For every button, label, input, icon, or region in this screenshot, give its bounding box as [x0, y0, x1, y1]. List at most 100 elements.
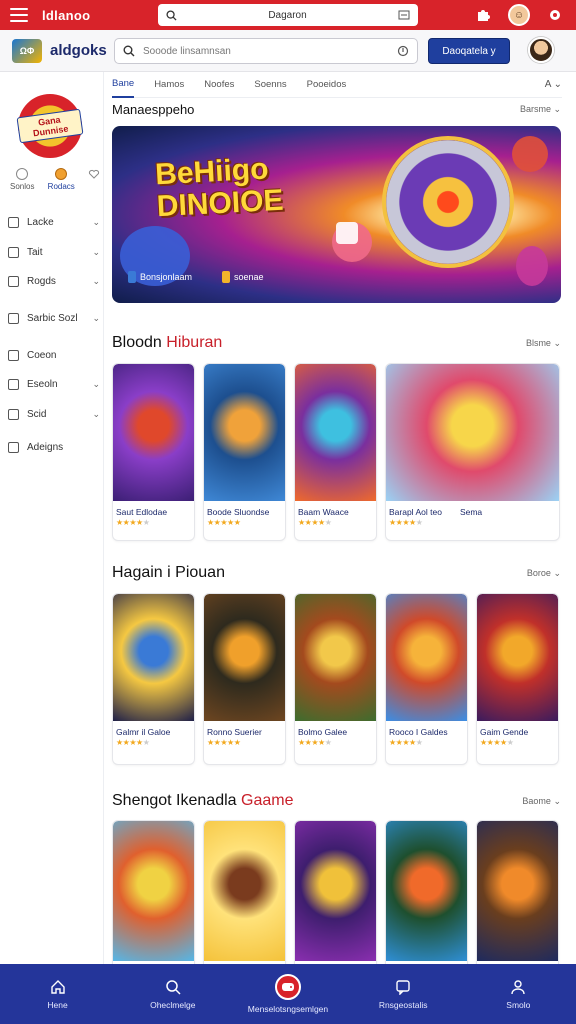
section-title-accent: Gaame [241, 792, 294, 809]
game-card[interactable]: Bolmo Galee ★★★★★ [294, 593, 377, 765]
sidebar-item-label: Rogds [27, 276, 56, 288]
star-rating: ★★★★★ [113, 517, 194, 527]
game-thumbnail [386, 821, 467, 961]
sidebar-item-coeon[interactable]: Coeon [8, 341, 100, 371]
game-thumbnail [113, 594, 194, 721]
tab-soenns[interactable]: Soenns [254, 72, 286, 98]
app-logo[interactable]: ΩΦ [12, 38, 42, 63]
sidebar-item-rogds[interactable]: Rogds ⌄ [8, 267, 100, 297]
sidebar-item-scid[interactable]: Scid ⌄ [8, 400, 100, 430]
tab-noofes[interactable]: Noofes [204, 72, 234, 98]
top-search[interactable]: Dagaron [158, 4, 418, 26]
game-name: Barapl Aol teo Sema [386, 501, 559, 517]
section-title-text: Shengot Ikenadla [112, 792, 237, 809]
star-icon: ★ [142, 738, 150, 747]
nav-label: Oheclmelge [150, 1000, 196, 1010]
tag-icon [222, 271, 230, 283]
category-icon [8, 349, 19, 361]
game-thumbnail [295, 364, 376, 501]
star-icon: ★ [220, 738, 228, 747]
game-card[interactable] [476, 820, 559, 970]
star-rating: ★★★★★ [295, 737, 376, 747]
featured-banner[interactable]: BeHiigo DINOIOE Bonsjonlaam soenae [112, 126, 561, 303]
category-icon [8, 246, 19, 258]
chevron-down-icon: ⌄ [92, 276, 100, 287]
star-icon: ★ [233, 738, 241, 747]
star-icon: ★ [402, 738, 410, 747]
game-card[interactable]: Barapl Aol teo Sema ★★★★★ [385, 363, 560, 541]
section2-more-link[interactable]: Boroe ⌄ [527, 568, 561, 579]
search-icon [166, 9, 177, 21]
star-rating: ★★★★★ [386, 517, 559, 527]
scan-icon[interactable] [398, 10, 410, 20]
star-icon: ★ [506, 738, 514, 747]
category-icon [8, 408, 19, 420]
top-brand: ldlanoo [42, 7, 91, 23]
quick-link-label: Sonlos [10, 182, 35, 191]
game-card[interactable]: Baam Waace ★★★★★ [294, 363, 377, 541]
star-icon: ★ [415, 518, 423, 527]
game-card[interactable]: Boode Sluondse ★★★★★ [203, 363, 286, 541]
nav-search[interactable]: Oheclmelge [118, 978, 228, 1010]
sidebar-logo[interactable]: Gana Dunnise [16, 94, 84, 158]
game-card[interactable] [112, 820, 195, 970]
game-card[interactable] [385, 820, 468, 970]
banner-chip-1: Bonsjonlaam [128, 270, 192, 284]
chevron-down-icon: ⌄ [92, 217, 100, 228]
search-placeholder: Sooode linsamnsan [143, 45, 231, 57]
game-thumbnail [295, 821, 376, 961]
featured-more-link[interactable]: Barsme ⌄ [520, 104, 561, 115]
sidebar-item-eseoln[interactable]: Eseoln ⌄ [8, 370, 100, 400]
nav-chat[interactable]: Rnsgeostalis [348, 978, 458, 1010]
quick-link-heart[interactable] [88, 168, 100, 180]
nav-games[interactable]: Menselotsngsemlgen [233, 974, 343, 1014]
quick-link-sonlos[interactable]: Sonlos [10, 168, 34, 191]
game-card[interactable]: Ronno Suerier ★★★★★ [203, 593, 286, 765]
chevron-down-icon: ⌄ [92, 313, 100, 323]
game-card[interactable]: Rooco I Galdes ★★★★★ [385, 593, 468, 765]
star-icon: ★ [298, 738, 305, 747]
tab-bane[interactable]: Bane [112, 72, 135, 98]
game-card[interactable]: Saut Edlodae ★★★★★ [112, 363, 195, 541]
sort-dropdown[interactable]: A ⌄ [545, 79, 562, 90]
sidebar-item-sarbic[interactable]: Sarbic Sozl ⌄ [8, 297, 100, 341]
game-name: Gaim Gende [480, 727, 529, 737]
nav-profile[interactable]: Smolo [463, 978, 573, 1010]
star-rating: ★★★★★ [477, 737, 558, 747]
star-icon: ★ [129, 738, 137, 747]
user-avatar-small[interactable]: ☺ [508, 4, 530, 26]
category-icon [8, 313, 19, 324]
search-input[interactable]: Sooode linsamnsan [114, 38, 418, 64]
featured-title: Manaesppeho [112, 102, 195, 117]
sidebar-item-lacke[interactable]: Lacke ⌄ [8, 208, 100, 238]
sidebar-item-tait[interactable]: Tait ⌄ [8, 238, 100, 268]
game-card[interactable]: Gaim Gende ★★★★★ [476, 593, 559, 765]
star-icon: ★ [480, 738, 487, 747]
voice-search-icon[interactable] [397, 45, 409, 57]
category-icon [8, 276, 19, 288]
profile-avatar[interactable] [528, 37, 554, 63]
sidebar-item-label: Lacke [27, 217, 54, 229]
nav-home[interactable]: Hene [3, 978, 113, 1010]
star-icon: ★ [318, 518, 325, 527]
home-icon [49, 978, 67, 996]
tab-hamos[interactable]: Hamos [154, 72, 184, 98]
puzzle-icon[interactable] [472, 4, 494, 26]
more-label: Baome [522, 795, 551, 806]
game-thumbnail [477, 821, 558, 961]
primary-action-button[interactable]: Daoqatela y [428, 38, 510, 64]
game-card[interactable] [294, 820, 377, 970]
menu-icon[interactable] [10, 8, 28, 22]
quick-link-rodacs[interactable]: Rodacs [48, 168, 75, 191]
game-name: Bolmo Galee [298, 727, 348, 737]
sidebar-item-adeigns[interactable]: Adeigns [8, 433, 100, 463]
game-card[interactable] [203, 820, 286, 970]
section1-more-link[interactable]: Blsme ⌄ [526, 338, 561, 349]
tab-pooeidos[interactable]: Pooeidos [307, 72, 347, 98]
section3-more-link[interactable]: Baome ⌄ [522, 796, 561, 807]
category-icon [8, 217, 19, 229]
top-search-text: Dagaron [268, 9, 307, 21]
settings-icon[interactable] [544, 4, 566, 26]
star-rating: ★★★★★ [204, 517, 285, 527]
game-card[interactable]: Galmr il Galoe ★★★★★ [112, 593, 195, 765]
